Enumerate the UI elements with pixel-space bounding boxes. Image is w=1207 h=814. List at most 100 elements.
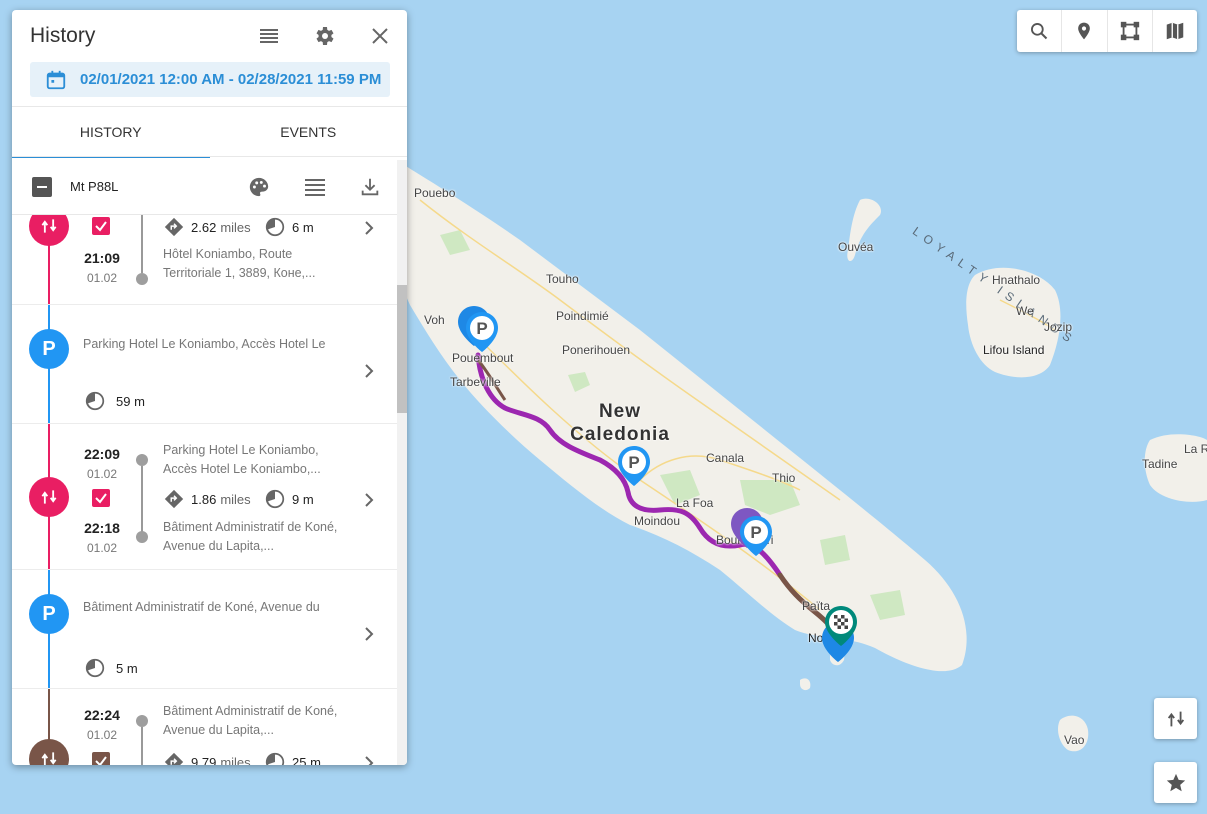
map-select-area-button[interactable]: [1108, 10, 1153, 52]
trip-badge: [29, 477, 69, 517]
map-label-tadine: Tadine: [1142, 457, 1178, 471]
trip-distance: 1.86 miles: [163, 488, 251, 510]
map-label-we: We: [1016, 304, 1034, 318]
map-label-thio: Thio: [772, 471, 796, 485]
map-label-new-caledonia: New Caledonia: [570, 401, 670, 445]
route-icon: [41, 219, 57, 233]
directions-icon: [164, 752, 184, 765]
parking-address: Bâtiment Administratif de Koné, Avenue d…: [83, 600, 320, 614]
device-row: Mt P88L: [12, 160, 407, 215]
segment-start-dot: [136, 454, 148, 466]
route-icon: [1167, 711, 1184, 726]
map-label-lifou: Lifou Island: [983, 343, 1045, 357]
tab-history[interactable]: HISTORY: [12, 107, 210, 158]
parking-address: Parking Hotel Le Koniambo, Accès Hotel L…: [83, 337, 326, 351]
parking-pin[interactable]: P: [738, 514, 774, 558]
chevron-right-icon: [362, 364, 376, 378]
duration-value: 25 m: [292, 754, 321, 766]
history-trip-item[interactable]: 22:24 01.02 Bâtiment Administratif de Ko…: [12, 689, 397, 765]
map-label-la-foa: La Foa: [676, 496, 714, 510]
favorites-button[interactable]: [1154, 762, 1197, 803]
clock-icon: [265, 752, 285, 765]
trip-badge: [29, 215, 69, 246]
trip-checkbox[interactable]: [92, 217, 110, 235]
route-button[interactable]: [1154, 698, 1197, 739]
list-scrollbar-thumb[interactable]: [397, 285, 407, 413]
clock-icon: [85, 391, 105, 411]
parking-badge: P: [29, 594, 69, 634]
map-label-tarbeville: Tarbeville: [450, 375, 501, 389]
color-palette-button[interactable]: [247, 175, 271, 199]
checkmark-icon: [95, 221, 107, 232]
map-label-canala: Canala: [706, 451, 745, 465]
trip-distance: 9.79 miles: [163, 751, 251, 765]
distance-value: 1.86: [191, 491, 217, 507]
segment-end-dot: [136, 273, 148, 285]
select-area-icon: [1120, 21, 1139, 41]
map-label-voh: Voh: [424, 313, 445, 327]
duration-value: 6 m: [292, 219, 314, 235]
map-label-ponerihouen: Ponerihouen: [562, 343, 631, 357]
clock-icon: [85, 658, 105, 678]
chevron-right-icon: [362, 221, 376, 235]
date-range-picker[interactable]: 02/01/2021 12:00 AM - 02/28/2021 11:59 P…: [30, 62, 390, 97]
directions-icon: [164, 217, 184, 237]
duration-value: 59 m: [116, 393, 145, 409]
trip-checkbox[interactable]: [92, 489, 110, 507]
map-toolbar: [1017, 10, 1197, 52]
details-list-button[interactable]: [303, 175, 327, 199]
segment-start-dot: [136, 715, 148, 727]
trip-checkbox[interactable]: [92, 752, 110, 765]
device-name: Mt P88L: [70, 179, 119, 194]
device-checkbox[interactable]: [32, 177, 52, 197]
parking-pin[interactable]: P: [464, 310, 500, 354]
map-label-touho: Touho: [546, 272, 579, 286]
segment-end-dot: [136, 531, 148, 543]
trip-end-address: Bâtiment Administratif de Koné, Avenue d…: [163, 520, 338, 553]
parking-duration: 5 m: [84, 657, 138, 679]
map-search-button[interactable]: [1017, 10, 1063, 52]
history-trip-item[interactable]: 21:09 01.02 2.62 miles 6 m Hôtel Koniambo…: [12, 215, 397, 305]
history-parking-item[interactable]: P Parking Hotel Le Koniambo, Accès Hotel…: [12, 305, 397, 424]
close-button[interactable]: [368, 24, 392, 48]
date-range-text: 02/01/2021 12:00 AM - 02/28/2021 11:59 P…: [80, 71, 382, 88]
history-parking-item[interactable]: P Bâtiment Administratif de Koné, Avenue…: [12, 570, 397, 689]
list-view-button[interactable]: [257, 24, 281, 48]
download-button[interactable]: [358, 175, 382, 199]
trip-start-time: 22:24: [84, 707, 120, 723]
checkmark-icon: [95, 493, 107, 504]
tab-events[interactable]: EVENTS: [210, 107, 408, 157]
list-scrollbar-track[interactable]: [397, 160, 407, 765]
search-icon: [1031, 23, 1048, 40]
segment-line: [141, 466, 143, 536]
history-panel: History 02/01/2021 12:00 AM - 02/28/2021…: [12, 10, 407, 765]
parking-duration: 59 m: [84, 390, 145, 412]
panel-header: History: [12, 10, 407, 60]
list-icon: [305, 179, 325, 196]
trip-start-time: 21:09: [84, 250, 120, 266]
calendar-icon: [46, 70, 66, 89]
trip-badge: [29, 739, 69, 765]
trip-duration: 9 m: [264, 488, 314, 510]
trip-end-date: 01.02: [86, 541, 118, 555]
map-location-button[interactable]: [1062, 10, 1108, 52]
parking-pin[interactable]: P: [616, 444, 652, 488]
history-trip-item[interactable]: 22:09 01.02 22:18 01.02 Parking Hotel Le…: [12, 424, 397, 570]
map-label-jozip: Jozip: [1044, 320, 1073, 334]
distance-value: 9.79: [191, 754, 217, 766]
distance-unit: miles: [220, 754, 251, 766]
trip-start-address: Bâtiment Administratif de Koné, Avenue d…: [163, 704, 338, 737]
trip-start-address: Parking Hotel Le Koniambo, Accès Hotel L…: [163, 443, 321, 476]
finish-flag-pin[interactable]: [823, 604, 859, 648]
map-layers-button[interactable]: [1153, 10, 1197, 52]
settings-button[interactable]: [312, 24, 336, 48]
download-icon: [361, 178, 379, 196]
trip-start-date: 01.02: [86, 467, 118, 481]
checkmark-icon: [95, 756, 107, 765]
trip-duration: 6 m: [264, 216, 314, 238]
map-label-poindimie: Poindimié: [556, 309, 609, 323]
clock-icon: [265, 217, 285, 237]
parking-icon: P: [42, 337, 56, 360]
map-layers-icon: [1166, 22, 1184, 40]
map-label-la-roche: La Ro: [1184, 442, 1207, 456]
